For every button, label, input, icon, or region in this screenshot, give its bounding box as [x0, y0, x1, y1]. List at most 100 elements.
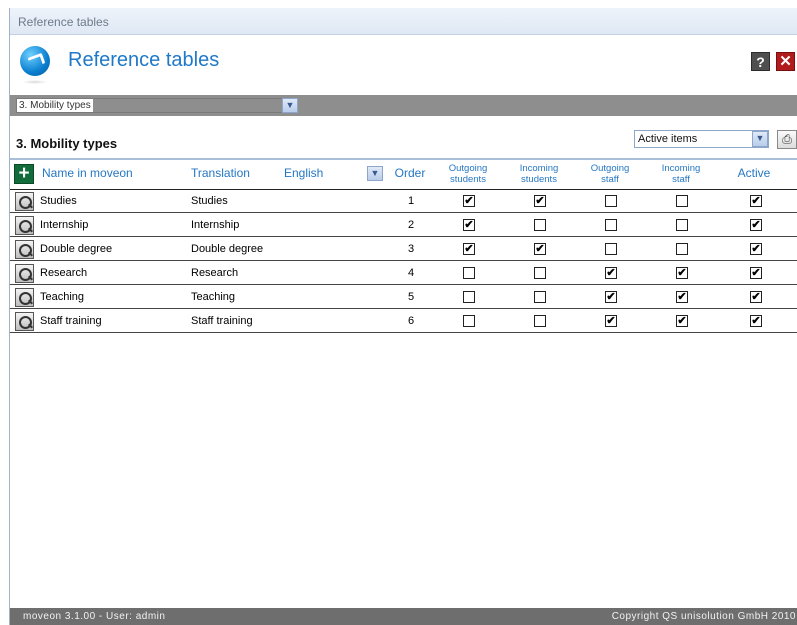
chevron-down-icon[interactable]: ▼ [367, 166, 383, 181]
column-header-translation: Translation [191, 166, 250, 180]
cell-order: 3 [407, 243, 415, 255]
cell-name: Double degree [40, 243, 113, 255]
cell-name: Studies [40, 195, 77, 207]
magnifier-icon[interactable] [15, 264, 34, 283]
cell-translation: Studies [191, 195, 228, 207]
column-header-line: Outgoing [590, 163, 630, 174]
logo-shadow [22, 80, 48, 84]
add-item-button[interactable]: + [14, 164, 34, 184]
checkbox-outgoing-students[interactable]: ✔ [463, 219, 475, 231]
checkbox-outgoing-students[interactable]: ✔ [463, 243, 475, 255]
checkbox-outgoing-staff[interactable] [605, 219, 617, 231]
version-user-info: moveon 3.1.00 - User: admin [23, 611, 166, 622]
cell-order: 4 [407, 267, 415, 279]
checkbox-outgoing-staff[interactable]: ✔ [605, 315, 617, 327]
cell-order: 1 [407, 195, 415, 207]
checkbox-active[interactable]: ✔ [750, 243, 762, 255]
magnifier-icon[interactable] [15, 216, 34, 235]
copyright: Copyright QS unisolution GmbH 2010 [611, 611, 796, 622]
checkbox-active[interactable]: ✔ [750, 267, 762, 279]
magnifier-icon[interactable] [15, 288, 34, 307]
checkbox-outgoing-staff[interactable] [605, 243, 617, 255]
items-filter-value: Active items [638, 133, 698, 145]
checkbox-incoming-staff[interactable] [676, 243, 688, 255]
magnifier-icon[interactable] [15, 240, 34, 259]
column-header-incoming-students: Incoming students [507, 163, 571, 185]
section-title: 3. Mobility types [16, 136, 118, 151]
page-title: Reference tables [68, 49, 220, 71]
checkbox-incoming-staff[interactable] [676, 195, 688, 207]
language-select[interactable]: English [284, 166, 323, 180]
checkbox-active[interactable]: ✔ [750, 291, 762, 303]
cell-translation: Staff training [191, 315, 253, 327]
table-row: Staff training Staff training 6 ✔ ✔ ✔ [10, 310, 797, 333]
items-filter-select[interactable]: Active items ▼ [634, 130, 769, 148]
checkbox-incoming-students[interactable] [534, 219, 546, 231]
checkbox-incoming-students[interactable] [534, 291, 546, 303]
cell-order: 6 [407, 315, 415, 327]
cell-name: Internship [40, 219, 89, 231]
checkbox-incoming-students[interactable]: ✔ [534, 195, 546, 207]
magnifier-icon[interactable] [15, 312, 34, 331]
column-header-line: Incoming [519, 163, 559, 174]
checkbox-outgoing-students[interactable] [463, 315, 475, 327]
column-header-outgoing-staff: Outgoing staff [578, 163, 642, 185]
table-row: Research Research 4 ✔ ✔ ✔ [10, 262, 797, 285]
table-row: Internship Internship 2 ✔ ✔ [10, 214, 797, 237]
checkbox-outgoing-students[interactable] [463, 267, 475, 279]
cell-order: 2 [407, 219, 415, 231]
column-header-line: students [521, 174, 557, 185]
help-button[interactable]: ? [751, 52, 770, 71]
header-divider [10, 158, 797, 160]
checkbox-outgoing-staff[interactable]: ✔ [605, 291, 617, 303]
window-title: Reference tables [18, 15, 109, 29]
column-header-line: students [450, 174, 486, 185]
table-row: Teaching Teaching 5 ✔ ✔ ✔ [10, 286, 797, 309]
reference-table-select[interactable]: 3. Mobility types ▼ [16, 98, 298, 113]
table-select-bar: 3. Mobility types ▼ [10, 95, 797, 116]
checkbox-active[interactable]: ✔ [750, 315, 762, 327]
print-button[interactable]: ⎙ [777, 130, 797, 149]
magnifier-icon[interactable] [15, 192, 34, 211]
column-header-line: Incoming [661, 163, 701, 174]
cell-name: Research [40, 267, 88, 279]
column-header-incoming-staff: Incoming staff [649, 163, 713, 185]
checkbox-active[interactable]: ✔ [750, 219, 762, 231]
column-header-active: Active [737, 166, 771, 180]
cell-order: 5 [407, 291, 415, 303]
status-footer: moveon 3.1.00 - User: admin Copyright QS… [10, 608, 797, 625]
cell-translation: Internship [191, 219, 240, 231]
chevron-down-icon[interactable]: ▼ [282, 98, 298, 113]
window-titlebar: Reference tables [10, 8, 797, 35]
column-header-outgoing-students: Outgoing students [436, 163, 500, 185]
column-header-name: Name in moveon [42, 166, 133, 180]
checkbox-outgoing-students[interactable]: ✔ [463, 195, 475, 207]
cell-name: Staff training [40, 315, 102, 327]
column-header-line: Outgoing [448, 163, 488, 174]
cell-translation: Double degree [191, 243, 264, 255]
cell-translation: Teaching [191, 291, 236, 303]
close-button[interactable]: ✕ [776, 52, 795, 71]
table-row: Double degree Double degree 3 ✔ ✔ ✔ [10, 238, 797, 261]
column-header-line: staff [601, 174, 619, 185]
cell-translation: Research [191, 267, 239, 279]
moveon-logo-icon [20, 46, 50, 76]
checkbox-incoming-students[interactable]: ✔ [534, 243, 546, 255]
checkbox-outgoing-staff[interactable]: ✔ [605, 267, 617, 279]
checkbox-incoming-staff[interactable]: ✔ [676, 267, 688, 279]
column-header-order: Order [394, 166, 426, 180]
column-header-line: staff [672, 174, 690, 185]
reference-table-select-value: 3. Mobility types [17, 99, 93, 112]
table-row: Studies Studies 1 ✔ ✔ ✔ [10, 190, 797, 213]
checkbox-incoming-staff[interactable]: ✔ [676, 291, 688, 303]
checkbox-incoming-staff[interactable] [676, 219, 688, 231]
chevron-down-icon[interactable]: ▼ [752, 131, 768, 147]
checkbox-incoming-students[interactable] [534, 315, 546, 327]
checkbox-incoming-students[interactable] [534, 267, 546, 279]
checkbox-outgoing-students[interactable] [463, 291, 475, 303]
checkbox-active[interactable]: ✔ [750, 195, 762, 207]
checkbox-outgoing-staff[interactable] [605, 195, 617, 207]
app-window: Reference tables Reference tables ? ✕ 3.… [9, 8, 797, 625]
checkbox-incoming-staff[interactable]: ✔ [676, 315, 688, 327]
cell-name: Teaching [40, 291, 85, 303]
